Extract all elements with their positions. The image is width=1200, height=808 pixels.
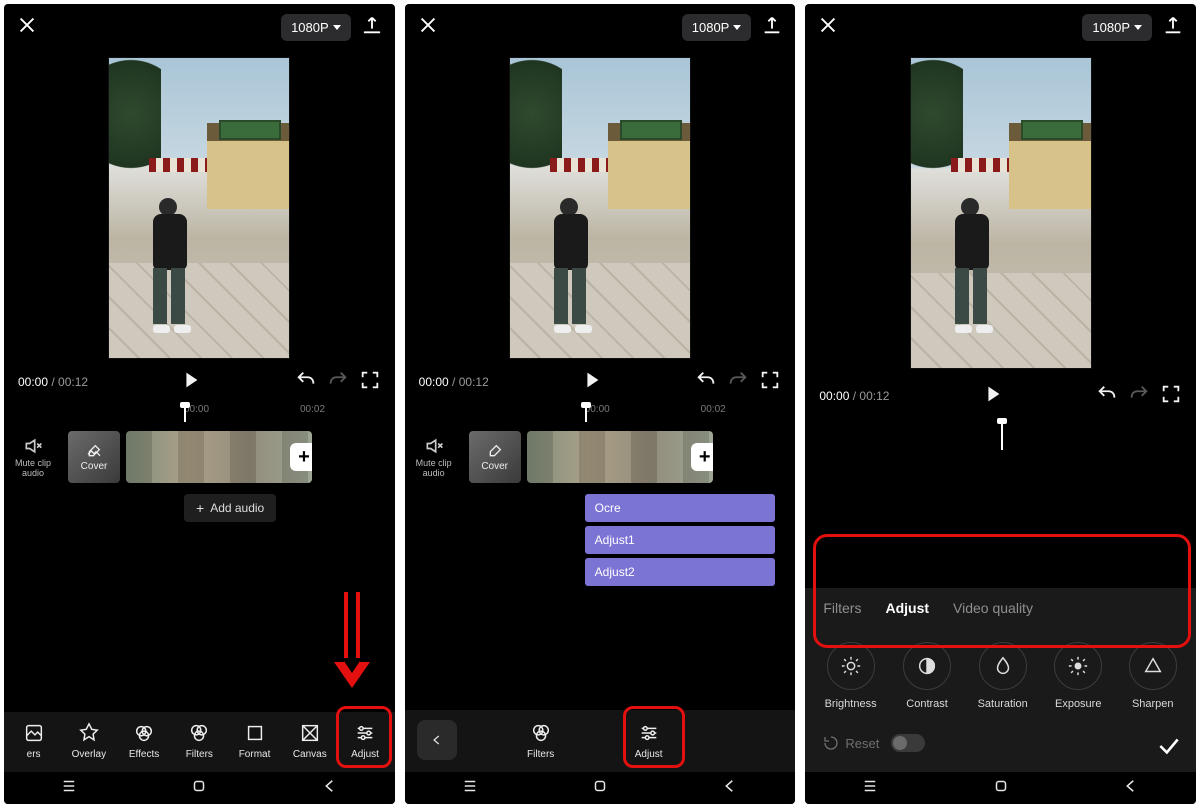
option-contrast[interactable]: Contrast — [903, 642, 951, 710]
tool-adjust[interactable]: Adjust — [625, 722, 673, 760]
add-clip-button[interactable]: + — [691, 443, 713, 471]
fullscreen-icon[interactable] — [759, 369, 781, 394]
resolution-button[interactable]: 1080P — [682, 14, 752, 41]
option-exposure[interactable]: Exposure — [1054, 642, 1102, 710]
video-clip[interactable]: + — [527, 431, 713, 483]
resolution-button[interactable]: 1080P — [1082, 14, 1152, 41]
add-audio-button[interactable]: +Add audio — [184, 494, 276, 522]
timeline-ruler[interactable]: 00:00 00:02 — [4, 404, 395, 422]
home-icon[interactable] — [992, 777, 1010, 800]
timeline-ruler[interactable]: 00:00 00:02 — [405, 404, 796, 422]
option-brightness[interactable]: Brightness — [825, 642, 877, 710]
export-icon[interactable] — [361, 14, 383, 41]
tool-effects[interactable]: Effects — [120, 722, 168, 760]
chevron-down-icon — [1134, 25, 1142, 30]
tool-filters[interactable]: Filters — [517, 722, 565, 760]
screenshot-panel-1: 1080P 00:00 / 00:12 00:00 00:02 Mute cli… — [4, 4, 395, 804]
undo-icon[interactable] — [295, 369, 317, 394]
home-icon[interactable] — [591, 777, 609, 800]
screenshot-panel-2: 1080P 00:00 / 00:12 00:00 00:02 Mute cli… — [405, 4, 796, 804]
reset-toggle[interactable] — [891, 734, 925, 752]
annotation-arrow — [334, 592, 370, 688]
bottom-toolbar: ers Overlay Effects Filters Format Canva… — [4, 712, 395, 772]
tool-canvas[interactable]: Canvas — [286, 722, 334, 760]
adjust-track[interactable]: Adjust1 — [585, 526, 775, 554]
undo-icon[interactable] — [1096, 383, 1118, 408]
cover-button[interactable]: Cover — [68, 431, 120, 483]
bottom-toolbar: Filters Adjust — [405, 710, 796, 772]
playhead[interactable] — [1001, 420, 1003, 450]
adjust-track[interactable]: Ocre — [585, 494, 775, 522]
chevron-down-icon — [733, 25, 741, 30]
tab-filters[interactable]: Filters — [823, 600, 861, 616]
back-icon[interactable] — [721, 777, 739, 800]
close-icon[interactable] — [16, 14, 38, 41]
adjust-track[interactable]: Adjust2 — [585, 558, 775, 586]
play-icon[interactable] — [581, 369, 603, 394]
toolbar-back-button[interactable] — [417, 720, 457, 760]
tab-adjust[interactable]: Adjust — [885, 600, 929, 616]
close-icon[interactable] — [817, 14, 839, 41]
cover-button[interactable]: Cover — [469, 431, 521, 483]
export-icon[interactable] — [761, 14, 783, 41]
android-navbar — [405, 772, 796, 804]
tool-overlay[interactable]: Overlay — [65, 722, 113, 760]
resolution-label: 1080P — [291, 20, 329, 35]
back-icon[interactable] — [321, 777, 339, 800]
confirm-icon[interactable] — [1156, 733, 1182, 764]
fullscreen-icon[interactable] — [1160, 383, 1182, 408]
resolution-button[interactable]: 1080P — [281, 14, 351, 41]
close-icon[interactable] — [417, 14, 439, 41]
android-navbar — [805, 772, 1196, 804]
play-icon[interactable] — [180, 369, 202, 394]
tool-ers[interactable]: ers — [10, 722, 58, 760]
tab-video-quality[interactable]: Video quality — [953, 600, 1033, 616]
option-sharpen[interactable]: Sharpen — [1129, 642, 1177, 710]
mute-audio-button[interactable]: Mute clip audio — [405, 436, 463, 478]
playhead[interactable] — [184, 404, 186, 422]
home-icon[interactable] — [190, 777, 208, 800]
time-display: 00:00 / 00:12 — [819, 389, 889, 403]
adjust-tabs: Filters Adjust Video quality — [805, 600, 1196, 628]
time-display: 00:00 / 00:12 — [419, 375, 489, 389]
chevron-down-icon — [333, 25, 341, 30]
option-saturation[interactable]: Saturation — [978, 642, 1028, 710]
redo-icon[interactable] — [327, 369, 349, 394]
video-preview[interactable] — [910, 57, 1092, 369]
fullscreen-icon[interactable] — [359, 369, 381, 394]
timeline-ruler[interactable] — [805, 420, 1196, 450]
undo-icon[interactable] — [695, 369, 717, 394]
recents-icon[interactable] — [461, 777, 479, 800]
recents-icon[interactable] — [861, 777, 879, 800]
redo-icon[interactable] — [1128, 383, 1150, 408]
tool-filters[interactable]: Filters — [175, 722, 223, 760]
recents-icon[interactable] — [60, 777, 78, 800]
play-icon[interactable] — [982, 383, 1004, 408]
video-preview[interactable] — [509, 57, 691, 359]
export-icon[interactable] — [1162, 14, 1184, 41]
add-clip-button[interactable]: + — [290, 443, 312, 471]
tool-format[interactable]: Format — [231, 722, 279, 760]
mute-audio-button[interactable]: Mute clip audio — [4, 436, 62, 478]
adjust-options: Brightness Contrast Saturation Exposure … — [805, 628, 1196, 724]
playhead[interactable] — [585, 404, 587, 422]
tool-adjust[interactable]: Adjust — [341, 722, 389, 760]
time-display: 00:00 / 00:12 — [18, 375, 88, 389]
android-navbar — [4, 772, 395, 804]
screenshot-panel-3: 1080P 00:00 / 00:12 Filters Adjust Video… — [805, 4, 1196, 804]
redo-icon[interactable] — [727, 369, 749, 394]
video-clip[interactable]: + — [126, 431, 312, 483]
video-preview[interactable] — [108, 57, 290, 359]
reset-icon[interactable]: Reset — [823, 735, 879, 751]
back-icon[interactable] — [1122, 777, 1140, 800]
